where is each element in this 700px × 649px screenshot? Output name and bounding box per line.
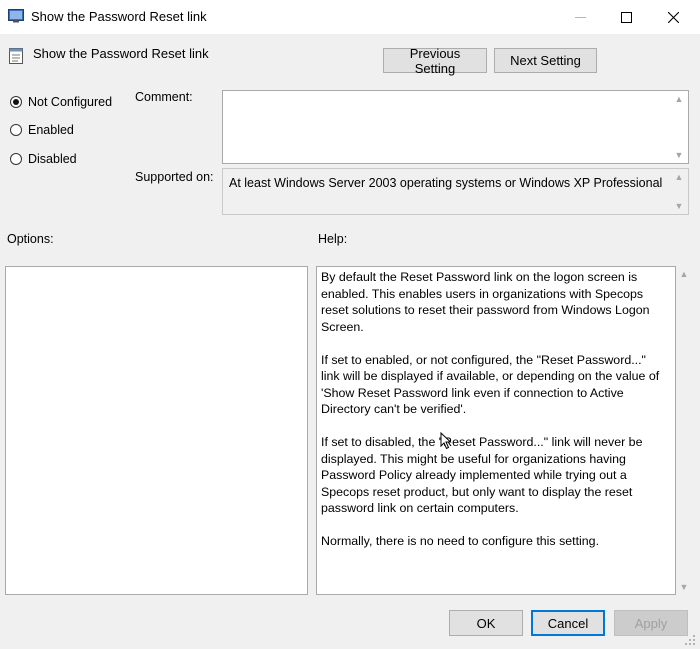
mouse-cursor-icon [440, 432, 452, 450]
help-scroll-up-icon[interactable]: ▲ [677, 269, 691, 279]
help-paragraph: Normally, there is no need to configure … [321, 534, 600, 548]
setting-name: Show the Password Reset link [33, 46, 209, 61]
maximize-button[interactable] [603, 0, 649, 34]
help-paragraph: By default the Reset Password link on th… [321, 270, 650, 334]
supported-scroll-down-icon: ▼ [674, 201, 684, 211]
radio-disabled[interactable]: Disabled [10, 152, 77, 166]
close-button[interactable] [650, 0, 696, 34]
policy-window-icon [8, 9, 24, 23]
radio-indicator-disabled[interactable] [10, 153, 22, 165]
radio-not-configured[interactable]: Not Configured [10, 95, 112, 109]
help-label: Help: [318, 232, 348, 246]
help-paragraph: If set to enabled, or not configured, th… [321, 352, 660, 417]
help-scroll-down-icon[interactable]: ▼ [677, 582, 691, 592]
window-title: Show the Password Reset link [31, 9, 207, 24]
supported-on-value: At least Windows Server 2003 operating s… [229, 176, 663, 190]
ok-button[interactable]: OK [449, 610, 523, 636]
radio-label-disabled: Disabled [28, 152, 77, 166]
comment-scroll-up-icon[interactable]: ▲ [672, 94, 686, 104]
radio-label-not-configured: Not Configured [28, 95, 113, 109]
minimize-button[interactable] [557, 0, 603, 34]
help-paragraph: If set to disabled, the "Reset Password.… [321, 435, 643, 515]
maximize-icon [620, 11, 632, 23]
radio-indicator-enabled[interactable] [10, 124, 22, 136]
supported-scroll-up-icon: ▲ [674, 172, 684, 182]
cancel-button[interactable]: Cancel [531, 610, 605, 636]
comment-textarea[interactable]: ▲ ▼ [222, 90, 689, 164]
comment-scroll-down-icon[interactable]: ▼ [672, 150, 686, 160]
supported-on-box: At least Windows Server 2003 operating s… [222, 168, 689, 215]
supported-on-label: Supported on: [135, 170, 214, 184]
radio-label-enabled: Enabled [28, 123, 74, 137]
comment-label: Comment: [135, 90, 193, 104]
apply-button[interactable]: Apply [614, 610, 688, 636]
options-panel [5, 266, 308, 595]
close-icon [667, 11, 679, 23]
radio-indicator-not-configured[interactable] [10, 96, 22, 108]
options-label: Options: [7, 232, 54, 246]
minimize-icon [574, 16, 586, 18]
resize-grip-icon[interactable] [682, 632, 696, 646]
next-setting-button[interactable]: Next Setting [494, 48, 597, 73]
help-text: By default the Reset Password link on th… [321, 269, 661, 566]
previous-setting-button[interactable]: Previous Setting [383, 46, 487, 76]
radio-enabled[interactable]: Enabled [10, 123, 74, 137]
setting-icon [9, 48, 23, 64]
